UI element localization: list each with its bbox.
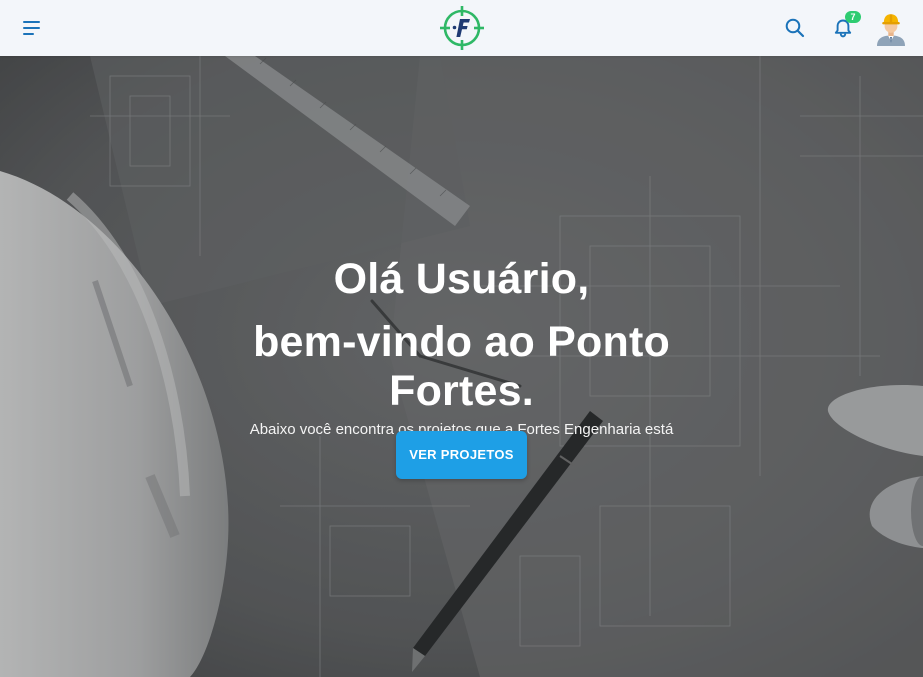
page: 7 Olá Usuário, bem-vindo ao Ponto Fortes…: [0, 0, 923, 677]
crosshair-f-logo-icon: [440, 6, 484, 50]
search-icon: [785, 18, 805, 38]
hero-section: Olá Usuário, bem-vindo ao Ponto Fortes. …: [0, 56, 923, 677]
welcome-heading: bem-vindo ao Ponto Fortes.: [253, 318, 670, 415]
hamburger-menu-icon: [23, 21, 40, 35]
avatar[interactable]: [874, 10, 908, 46]
search-button[interactable]: [782, 15, 808, 41]
top-bar: 7: [0, 0, 923, 56]
engineer-avatar-icon: [877, 14, 905, 46]
notification-badge: 7: [845, 11, 861, 23]
greeting-heading: Olá Usuário,: [333, 255, 590, 303]
logo[interactable]: [439, 5, 485, 51]
view-projects-button[interactable]: VER PROJETOS: [396, 431, 527, 479]
menu-button[interactable]: [18, 14, 46, 42]
